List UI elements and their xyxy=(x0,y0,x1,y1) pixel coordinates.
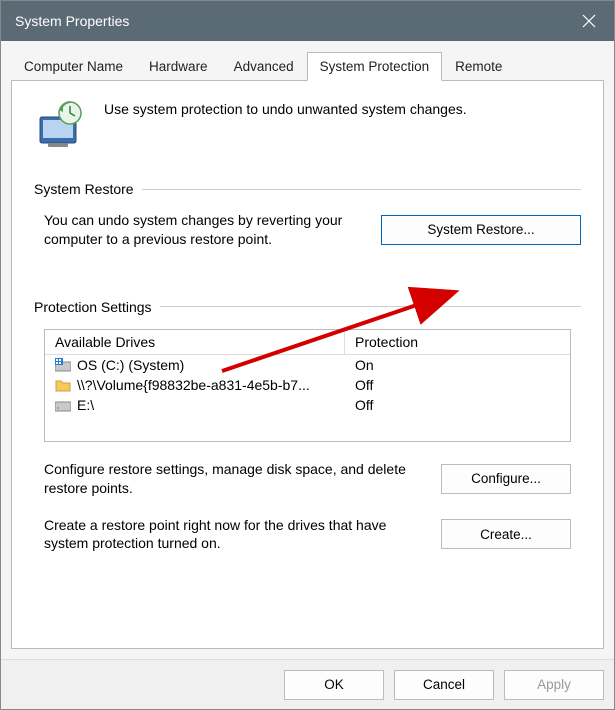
tab-advanced[interactable]: Advanced xyxy=(221,52,307,81)
disk-system-icon xyxy=(55,358,71,372)
drives-table: Available Drives Protection xyxy=(44,329,571,442)
tab-content: Use system protection to undo unwanted s… xyxy=(11,80,604,649)
drive-protection: Off xyxy=(345,375,570,395)
close-icon xyxy=(582,14,596,28)
protection-settings-title: Protection Settings xyxy=(34,299,152,315)
cancel-button[interactable]: Cancel xyxy=(394,670,494,700)
drive-name: E:\ xyxy=(77,397,94,413)
tab-system-protection[interactable]: System Protection xyxy=(307,52,443,81)
column-available-drives[interactable]: Available Drives xyxy=(45,330,345,354)
titlebar: System Properties xyxy=(1,1,614,41)
system-restore-text: You can undo system changes by reverting… xyxy=(44,211,367,249)
apply-button[interactable]: Apply xyxy=(504,670,604,700)
ok-button[interactable]: OK xyxy=(284,670,384,700)
create-button[interactable]: Create... xyxy=(441,519,571,549)
drives-header: Available Drives Protection xyxy=(45,330,570,355)
close-button[interactable] xyxy=(564,1,614,41)
system-restore-title: System Restore xyxy=(34,181,134,197)
intro-row: Use system protection to undo unwanted s… xyxy=(34,99,581,151)
divider xyxy=(160,306,581,307)
drive-name: OS (C:) (System) xyxy=(77,357,184,373)
tab-remote[interactable]: Remote xyxy=(442,52,515,81)
drive-protection: On xyxy=(345,355,570,375)
drive-row[interactable]: \\?\Volume{f98832be-a831-4e5b-b7... Off xyxy=(45,375,570,395)
column-protection[interactable]: Protection xyxy=(345,330,570,354)
dialog-footer: OK Cancel Apply xyxy=(1,659,614,709)
drive-row[interactable]: E:\ Off xyxy=(45,395,570,415)
disk-icon xyxy=(55,398,71,412)
configure-button[interactable]: Configure... xyxy=(441,464,571,494)
configure-text: Configure restore settings, manage disk … xyxy=(44,460,427,498)
drive-protection: Off xyxy=(345,395,570,415)
tab-strip: Computer Name Hardware Advanced System P… xyxy=(1,41,614,80)
folder-icon xyxy=(55,378,71,392)
create-text: Create a restore point right now for the… xyxy=(44,516,427,554)
drive-row[interactable]: OS (C:) (System) On xyxy=(45,355,570,375)
tab-computer-name[interactable]: Computer Name xyxy=(11,52,136,81)
system-properties-window: System Properties Computer Name Hardware… xyxy=(0,0,615,710)
tab-hardware[interactable]: Hardware xyxy=(136,52,221,81)
intro-text: Use system protection to undo unwanted s… xyxy=(104,99,467,117)
create-row: Create a restore point right now for the… xyxy=(34,516,581,554)
system-protection-icon xyxy=(34,99,86,151)
window-title: System Properties xyxy=(15,13,129,29)
system-restore-button[interactable]: System Restore... xyxy=(381,215,581,245)
configure-row: Configure restore settings, manage disk … xyxy=(34,460,581,498)
protection-settings-group: Protection Settings Available Drives Pro… xyxy=(34,299,581,554)
content-wrap: Use system protection to undo unwanted s… xyxy=(1,80,614,659)
divider xyxy=(142,189,581,190)
system-restore-group: System Restore You can undo system chang… xyxy=(34,181,581,249)
drive-name: \\?\Volume{f98832be-a831-4e5b-b7... xyxy=(77,377,310,393)
